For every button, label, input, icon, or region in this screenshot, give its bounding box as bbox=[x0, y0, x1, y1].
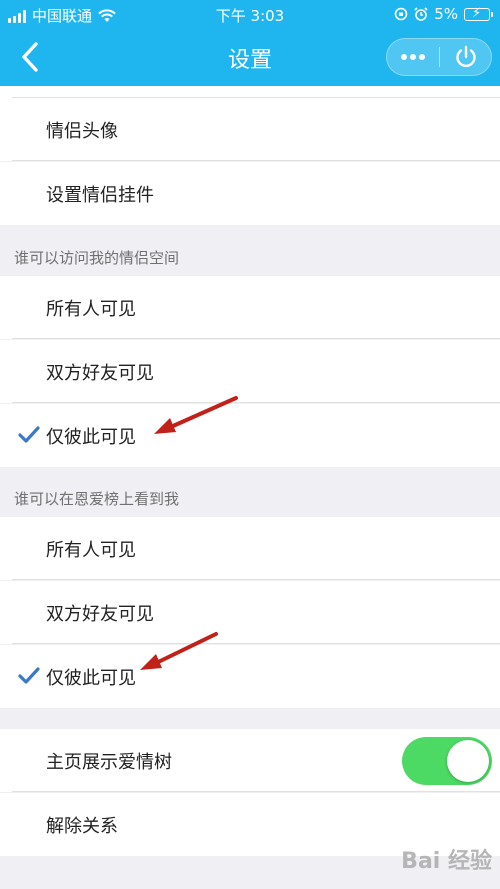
more-button[interactable] bbox=[387, 39, 439, 75]
rank-section-title: 谁可以在恩爱榜上看到我 bbox=[14, 490, 180, 508]
more-dots-icon bbox=[401, 54, 425, 60]
checkmark-icon bbox=[18, 426, 40, 443]
option-label: 仅彼此可见 bbox=[46, 668, 136, 689]
annotation-arrow-icon bbox=[154, 396, 238, 434]
annotation-arrow-icon bbox=[140, 632, 218, 670]
option-label: 双方好友可见 bbox=[46, 604, 154, 625]
row-divider bbox=[12, 338, 500, 339]
alarm-icon bbox=[414, 7, 428, 21]
mini-program-capsule bbox=[386, 38, 492, 76]
checkmark-icon bbox=[18, 667, 40, 684]
option-label: 双方好友可见 bbox=[46, 363, 154, 384]
couple-avatar-label: 情侣头像 bbox=[46, 121, 118, 142]
status-bar: 中国联通 下午 3:03 5% ⚡ bbox=[0, 0, 500, 28]
option-label: 仅彼此可见 bbox=[46, 427, 136, 448]
row-divider bbox=[12, 160, 500, 161]
rank-section-header: 谁可以在恩爱榜上看到我 bbox=[0, 467, 500, 517]
love-tree-item: 主页展示爱情树 bbox=[0, 729, 500, 792]
visit-option-mutual-friends[interactable]: 双方好友可见 bbox=[0, 340, 500, 403]
love-tree-label: 主页展示爱情树 bbox=[46, 752, 172, 773]
visit-option-everyone[interactable]: 所有人可见 bbox=[0, 276, 500, 339]
visit-option-only-us[interactable]: 仅彼此可见 bbox=[0, 404, 500, 467]
rank-option-only-us[interactable]: 仅彼此可见 bbox=[0, 645, 500, 708]
toggle-knob bbox=[447, 740, 489, 782]
row-divider bbox=[12, 402, 500, 403]
option-label: 所有人可见 bbox=[46, 540, 136, 561]
row-divider bbox=[12, 791, 500, 792]
close-button[interactable] bbox=[440, 39, 492, 75]
visit-section-title: 谁可以访问我的情侣空间 bbox=[14, 249, 180, 267]
rank-option-mutual-friends[interactable]: 双方好友可见 bbox=[0, 581, 500, 644]
couple-pendant-label: 设置情侣挂件 bbox=[46, 185, 154, 206]
couple-pendant-item[interactable]: 设置情侣挂件 bbox=[0, 162, 500, 225]
nav-bar: 设置 bbox=[0, 28, 500, 86]
couple-avatar-item[interactable]: 情侣头像 bbox=[0, 98, 500, 161]
battery-percent: 5% bbox=[434, 5, 458, 23]
unbind-label: 解除关系 bbox=[46, 816, 118, 837]
power-icon bbox=[456, 45, 476, 68]
row-divider bbox=[12, 643, 500, 644]
love-tree-toggle[interactable] bbox=[402, 737, 492, 785]
visit-section-header: 谁可以访问我的情侣空间 bbox=[0, 226, 500, 276]
list-item-partial bbox=[0, 86, 500, 98]
rank-option-everyone[interactable]: 所有人可见 bbox=[0, 517, 500, 580]
status-right: 5% ⚡ bbox=[394, 5, 493, 23]
option-label: 所有人可见 bbox=[46, 299, 136, 320]
row-divider bbox=[12, 579, 500, 580]
battery-icon: ⚡ bbox=[464, 6, 493, 21]
orientation-lock-icon bbox=[394, 7, 408, 21]
watermark-logo: Bai 经验 bbox=[401, 849, 492, 874]
